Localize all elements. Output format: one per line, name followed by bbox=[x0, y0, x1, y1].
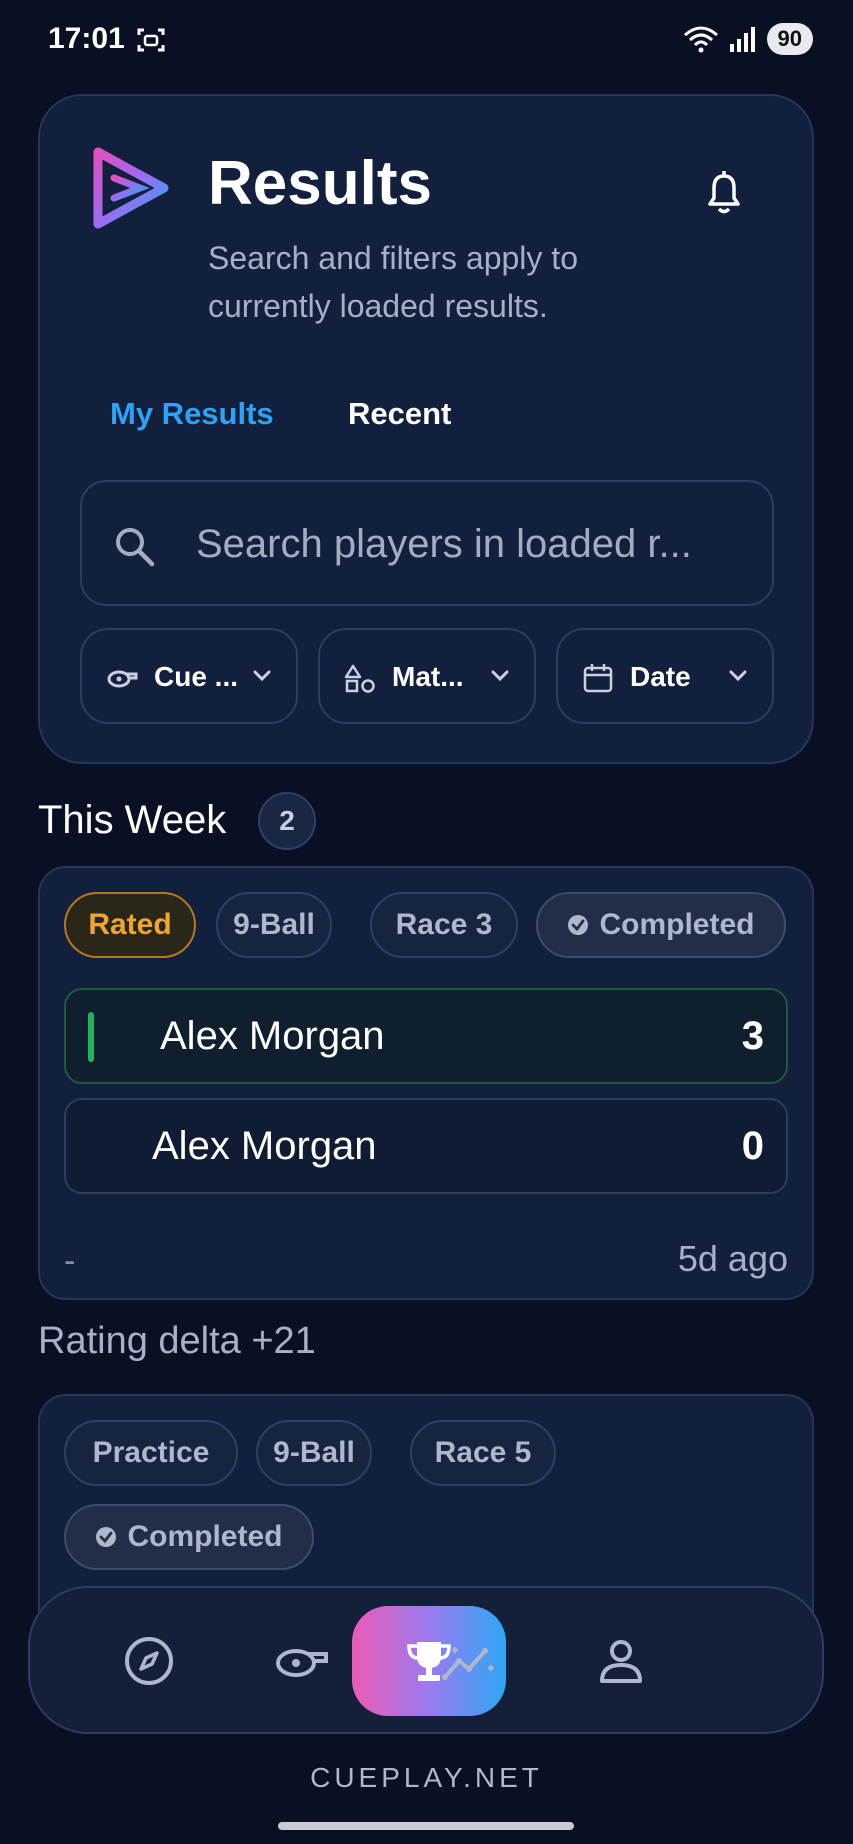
date-filter-label: Date bbox=[630, 661, 691, 692]
player-name: Alex Morgan bbox=[160, 1014, 385, 1058]
player-row-winner: Alex Morgan 3 bbox=[64, 988, 788, 1084]
winner-indicator bbox=[88, 1012, 94, 1062]
game-type-chip: 9-Ball bbox=[256, 1420, 372, 1486]
bottom-navigation bbox=[28, 1586, 824, 1734]
wifi-icon bbox=[683, 26, 718, 53]
cue-filter-dropdown[interactable]: Cue ... bbox=[80, 628, 298, 724]
cue-icon bbox=[107, 670, 138, 688]
page-title: Results bbox=[208, 149, 432, 218]
signal-icon bbox=[729, 27, 755, 52]
battery-indicator: 90 bbox=[766, 23, 813, 55]
player-score: 0 bbox=[741, 1124, 764, 1168]
home-indicator[interactable] bbox=[278, 1822, 574, 1830]
profile-icon bbox=[600, 1640, 642, 1683]
completed-label: Completed bbox=[127, 1520, 283, 1553]
nav-profile[interactable] bbox=[566, 1606, 676, 1716]
search-icon bbox=[116, 528, 155, 567]
notifications-bell-icon[interactable] bbox=[702, 168, 746, 216]
status-bar: 17:01 90 bbox=[0, 0, 853, 80]
race-chip: Race 5 bbox=[410, 1420, 556, 1486]
completed-chip: Completed bbox=[64, 1504, 314, 1570]
cue-filter-label: Cue ... bbox=[154, 661, 239, 692]
status-icons: 90 bbox=[683, 22, 813, 56]
player-name: Alex Morgan bbox=[152, 1124, 377, 1168]
completed-chip: Completed bbox=[536, 892, 786, 958]
chevron-down-icon bbox=[491, 670, 509, 682]
nav-stats[interactable] bbox=[414, 1606, 524, 1716]
rated-chip: Rated bbox=[64, 892, 196, 958]
page-subtitle: Search and filters apply to currently lo… bbox=[208, 240, 578, 324]
tab-my-results[interactable]: My Results bbox=[110, 396, 274, 432]
cue-icon bbox=[276, 1649, 328, 1677]
compass-icon bbox=[125, 1637, 173, 1685]
status-time: 17:01 bbox=[48, 22, 125, 55]
nav-cues[interactable] bbox=[246, 1606, 356, 1716]
match-venue: - bbox=[64, 1242, 76, 1280]
brand-footer: CUEPLAY.NET bbox=[310, 1762, 543, 1793]
check-circle-icon bbox=[568, 915, 589, 935]
section-title: This Week bbox=[38, 798, 227, 842]
screenshot-icon bbox=[137, 28, 165, 52]
count-badge: 2 bbox=[258, 792, 316, 850]
tab-recent[interactable]: Recent bbox=[348, 396, 451, 432]
practice-chip: Practice bbox=[64, 1420, 238, 1486]
rating-delta: Rating delta +21 bbox=[38, 1320, 316, 1362]
search-input[interactable]: Search players in loaded r... bbox=[80, 480, 774, 606]
completed-label: Completed bbox=[599, 908, 755, 941]
results-header-card: Results Search and filters apply to curr… bbox=[38, 94, 814, 764]
race-chip: Race 3 bbox=[370, 892, 518, 958]
nav-explore[interactable] bbox=[94, 1606, 204, 1716]
match-type-filter-label: Mat... bbox=[392, 661, 464, 692]
chevron-down-icon bbox=[729, 670, 747, 682]
date-filter-dropdown[interactable]: Date bbox=[556, 628, 774, 724]
game-type-chip: 9-Ball bbox=[216, 892, 332, 958]
match-type-filter-dropdown[interactable]: Mat... bbox=[318, 628, 536, 724]
match-card[interactable]: Rated 9-Ball Race 3 Completed Alex Morga… bbox=[38, 866, 814, 1300]
stats-icon bbox=[442, 1647, 494, 1680]
search-placeholder: Search players in loaded r... bbox=[196, 522, 692, 566]
match-time-ago: 5d ago bbox=[677, 1238, 788, 1279]
check-circle-icon bbox=[96, 1527, 117, 1547]
shapes-icon bbox=[344, 664, 375, 693]
player-row: Alex Morgan 0 bbox=[64, 1098, 788, 1194]
chevron-down-icon bbox=[253, 670, 271, 682]
cueplay-logo-icon bbox=[93, 147, 169, 229]
player-score: 3 bbox=[741, 1014, 764, 1058]
calendar-icon bbox=[583, 664, 613, 693]
